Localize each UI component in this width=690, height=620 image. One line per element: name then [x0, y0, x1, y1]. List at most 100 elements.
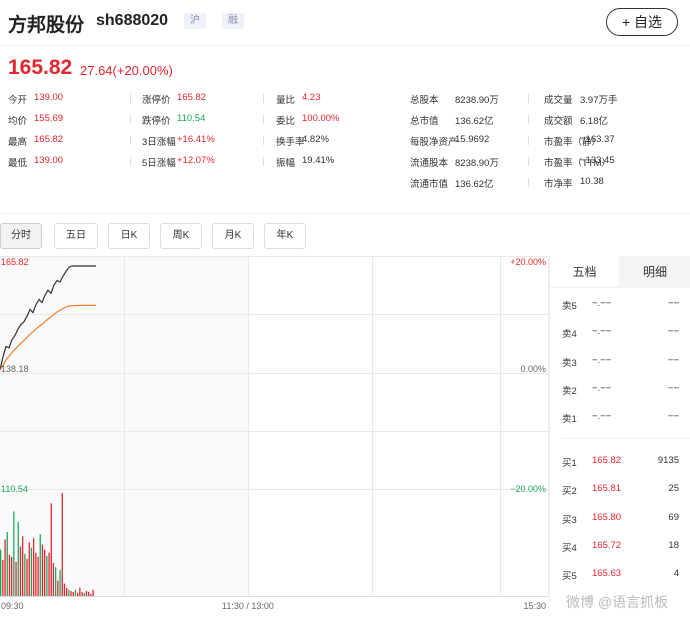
add-watchlist-button[interactable]: + 自选	[606, 8, 678, 36]
stat-label: 今开	[8, 95, 28, 106]
tab-intraday[interactable]: 分时	[0, 223, 42, 249]
stat-label: 最低	[8, 158, 28, 169]
stat-label: 换手率	[276, 137, 305, 148]
stat-label: 成交额	[544, 116, 573, 127]
volume-bar	[8, 554, 11, 596]
stat-col5-0: 成交量 3.97万手	[544, 92, 618, 106]
volume-bar	[61, 493, 63, 596]
buy-row: 买1 165.82 9135	[550, 452, 690, 470]
stat-separator	[263, 94, 264, 103]
volume-bar	[88, 591, 90, 596]
volume-bar	[63, 583, 66, 596]
volume-bar	[33, 538, 35, 596]
stat-label: 成交量	[544, 95, 573, 106]
tab-monthly-k[interactable]: 月K	[212, 223, 254, 249]
stat-label: 5日涨幅	[142, 158, 176, 169]
stat-value: 19.41%	[302, 155, 335, 166]
buy-level-label: 买5	[562, 571, 577, 582]
volume-bar	[57, 580, 59, 596]
chart-svg: 165.82 138.18 110.54 +20.00% 0.00% −20.00% 09:…	[0, 256, 549, 611]
stat-value: 10.38	[580, 176, 604, 187]
volume-bar	[81, 591, 83, 596]
orderbook-divider	[562, 438, 690, 439]
stat-col3-3: 振幅 19.41%	[276, 155, 334, 169]
tab-five-day[interactable]: 五日	[54, 223, 98, 249]
volume-bar	[41, 544, 44, 596]
stat-value: 15.9692	[455, 134, 490, 145]
stat-label: 委比	[276, 116, 296, 127]
buy-level-label: 买3	[562, 515, 577, 526]
stat-col5-3: 市盈率（TTM） −133.45	[544, 155, 615, 169]
volume-bar	[74, 589, 77, 596]
stat-label: 3日涨幅	[142, 137, 176, 148]
buy-price: 165.81	[592, 483, 622, 494]
pct-label-bottom: −20.00%	[510, 484, 546, 494]
stat-col5-1: 成交额 6.18亿	[544, 113, 608, 127]
volume-bar	[85, 590, 88, 597]
volume-bar	[2, 559, 4, 596]
stat-value: 8238.90万	[455, 95, 499, 106]
stat-label: 总股本	[410, 95, 439, 106]
volume-bar	[72, 591, 74, 596]
volume-bar	[26, 558, 28, 596]
stat-value: 155.69	[34, 113, 64, 124]
stat-col1-0: 今开 139.00	[8, 92, 63, 106]
volume-bar	[50, 503, 52, 596]
period-tabs: 分时 五日 日K 周K 月K 年K	[0, 213, 690, 253]
volume-bar	[48, 552, 50, 596]
sell-price: −.−−	[592, 411, 612, 422]
stat-value: 6.18亿	[580, 116, 608, 127]
intraday-chart[interactable]: 165.82 138.18 110.54 +20.00% 0.00% −20.00% 09:…	[0, 256, 550, 620]
order-book: 五档 明细 卖5 −.−− −− 卖4 −.−− −− 卖3 −.−− −− 卖2 −.−− −− 卖1…	[549, 256, 690, 602]
volume-bar	[68, 589, 70, 596]
tab-details[interactable]: 明细	[619, 256, 690, 288]
stat-col5-4: 市净率 10.38	[544, 176, 604, 190]
stat-label: 均价	[8, 116, 28, 127]
order-book-tabs: 五档 明细	[550, 256, 690, 288]
stat-separator	[263, 157, 264, 166]
stat-separator	[263, 115, 264, 124]
stat-label: 量比	[276, 95, 296, 106]
watermark: 微博 @语言抓板	[566, 594, 669, 610]
y-label-top: 165.82	[1, 257, 29, 267]
sell-level-label: 卖3	[562, 358, 577, 369]
buy-level-label: 买4	[562, 543, 577, 554]
stat-col4-2: 每股净资产 15.9692	[410, 134, 489, 148]
stat-col3-1: 委比 100.00%	[276, 113, 340, 127]
time-label-open: 09:30	[1, 601, 24, 611]
stat-label: 最高	[8, 137, 28, 148]
tab-yearly-k[interactable]: 年K	[264, 223, 306, 249]
margin-tag: 融	[222, 13, 244, 29]
tab-weekly-k[interactable]: 周K	[160, 223, 202, 249]
y-label-mid: 138.18	[1, 364, 29, 374]
tab-daily-k[interactable]: 日K	[108, 223, 150, 249]
volume-bar	[77, 592, 79, 596]
stat-value: +16.41%	[177, 134, 215, 145]
volume-bar	[24, 553, 26, 596]
stat-col3-2: 换手率 4.82%	[276, 134, 329, 148]
stat-separator	[528, 178, 529, 187]
volume-bar	[83, 592, 85, 596]
pct-label-mid: 0.00%	[520, 364, 546, 374]
y-label-bottom: 110.54	[1, 484, 28, 494]
tab-five-levels[interactable]: 五档	[550, 256, 619, 288]
sell-row: 卖5 −.−− −−	[550, 295, 690, 313]
stat-separator	[130, 115, 131, 124]
stat-value: 4.82%	[302, 134, 329, 145]
stat-label: 市净率	[544, 179, 573, 190]
price-change: 27.64(+20.00%)	[80, 63, 173, 78]
stat-col1-2: 最高 165.82	[8, 134, 63, 148]
buy-volume: 18	[668, 540, 679, 551]
time-label-mid: 11:30 / 13:00	[222, 601, 274, 611]
stat-col3-0: 量比 4.23	[276, 92, 321, 106]
stock-header: 方邦股份 sh688020 沪 融 + 自选	[0, 0, 690, 46]
sell-volume: −−	[667, 326, 679, 337]
stat-separator	[130, 136, 131, 145]
stat-label: 涨停价	[142, 95, 171, 106]
volume-bar	[15, 562, 17, 596]
volume-bar	[92, 589, 94, 596]
sell-row: 卖2 −.−− −−	[550, 380, 690, 398]
stat-separator	[528, 115, 529, 124]
sell-volume: −−	[667, 298, 679, 309]
volume-bar	[6, 532, 8, 596]
